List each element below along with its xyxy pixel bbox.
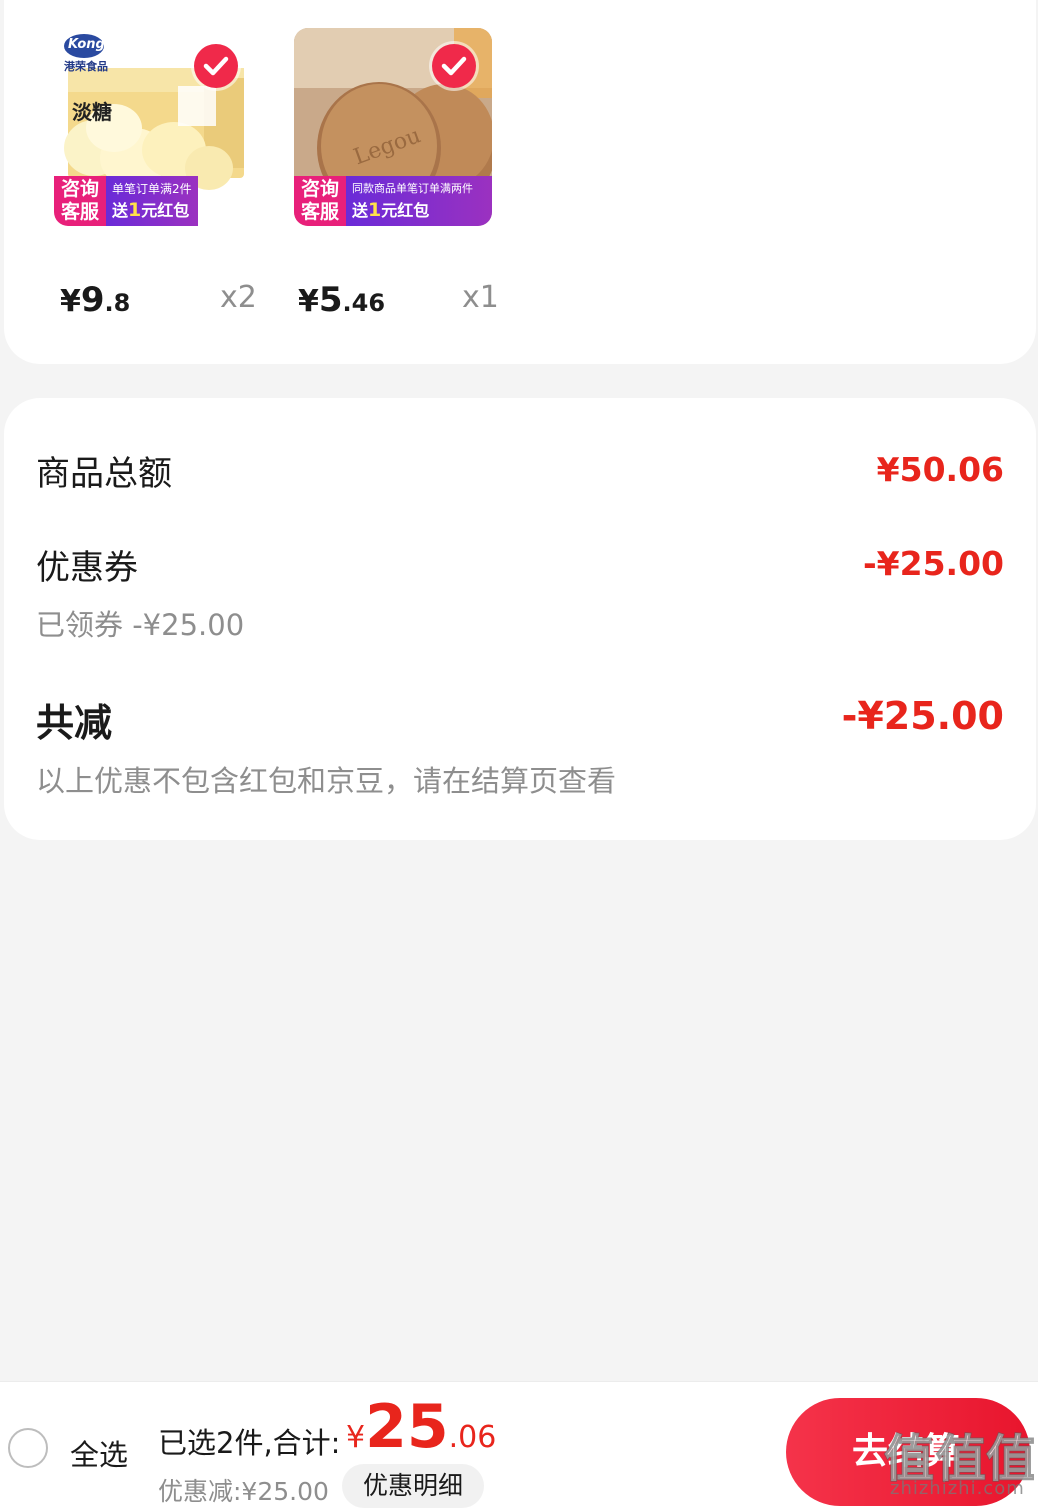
price-currency: ¥ [60, 284, 81, 319]
total-decimal: .06 [448, 1420, 497, 1455]
promo-condition: 单笔订单满2件 [112, 182, 192, 196]
price-decimal: .8 [104, 289, 131, 317]
promo-consult-label: 咨询客服 [294, 176, 346, 226]
watermark-text: zhizhizhi.com [890, 1478, 1025, 1499]
promo-reward-prefix: 送 [112, 201, 129, 220]
brand-logo: Kong [68, 37, 105, 52]
product-price: ¥5.46 [298, 280, 385, 320]
price-decimal: .46 [342, 289, 386, 317]
promo-banner: 咨询客服 单笔订单满2件 送1元红包 [54, 176, 206, 226]
discount-detail-button[interactable]: 优惠明细 [342, 1464, 484, 1508]
selected-check-icon[interactable] [194, 44, 238, 88]
discount-note: 以上优惠不包含红包和京豆，请在结算页查看 [36, 764, 617, 798]
select-all-label[interactable]: 全选 [70, 1432, 128, 1474]
discount-amount-text: 优惠减:¥25.00 [158, 1477, 329, 1506]
promo-condition: 同款商品单笔订单满两件 [352, 182, 473, 195]
coupon-label: 优惠券 [36, 548, 138, 588]
coupon-value: -¥25.00 [862, 544, 1004, 583]
selected-count-text: 已选2件,合计: [158, 1426, 341, 1460]
product-quantity: x1 [462, 280, 499, 315]
goods-total-label: 商品总额 [36, 454, 172, 494]
total-currency: ¥ [346, 1420, 366, 1455]
product-quantity: x2 [220, 280, 257, 315]
brand-name: 港荣食品 [64, 60, 108, 73]
goods-total-value: ¥50.06 [876, 450, 1004, 489]
promo-consult-label: 咨询客服 [54, 176, 106, 226]
promo-reward-amount: 1 [128, 199, 142, 221]
price-integer: 9 [80, 280, 105, 320]
total-price: ¥25.06 [346, 1392, 496, 1462]
promo-reward-amount: 1 [368, 199, 382, 221]
selected-check-icon[interactable] [432, 44, 476, 88]
price-integer: 5 [318, 280, 343, 320]
checkout-bar: 全选 已选2件,合计: ¥25.06 优惠减:¥25.00 优惠明细 去结算 [0, 1381, 1038, 1509]
total-discount-label: 共减 [36, 701, 113, 745]
price-currency: ¥ [298, 284, 319, 319]
select-all-radio[interactable] [8, 1428, 48, 1468]
product-price: ¥9.8 [60, 280, 130, 320]
promo-reward-suffix: 元红包 [381, 201, 430, 220]
products-card: Kong 港荣食品 淡糖 咨询客服 单笔订单满2件 送1元红包 ¥9.8 x2 … [4, 0, 1036, 364]
promo-reward-suffix: 元红包 [141, 201, 190, 220]
price-summary-card: 商品总额 ¥50.06 优惠券 -¥25.00 已领券 -¥25.00 共减 -… [4, 398, 1036, 840]
coupon-claimed-text: 已领券 -¥25.00 [36, 608, 245, 642]
total-discount-value: -¥25.00 [841, 694, 1004, 738]
promo-reward: 送1元红包 [112, 199, 192, 222]
promo-reward: 送1元红包 [352, 199, 486, 222]
promo-reward-prefix: 送 [352, 201, 369, 220]
promo-banner: 咨询客服 同款商品单笔订单满两件 送1元红包 [294, 176, 492, 226]
total-integer: 25 [365, 1392, 449, 1462]
box-label: 淡糖 [72, 100, 112, 124]
